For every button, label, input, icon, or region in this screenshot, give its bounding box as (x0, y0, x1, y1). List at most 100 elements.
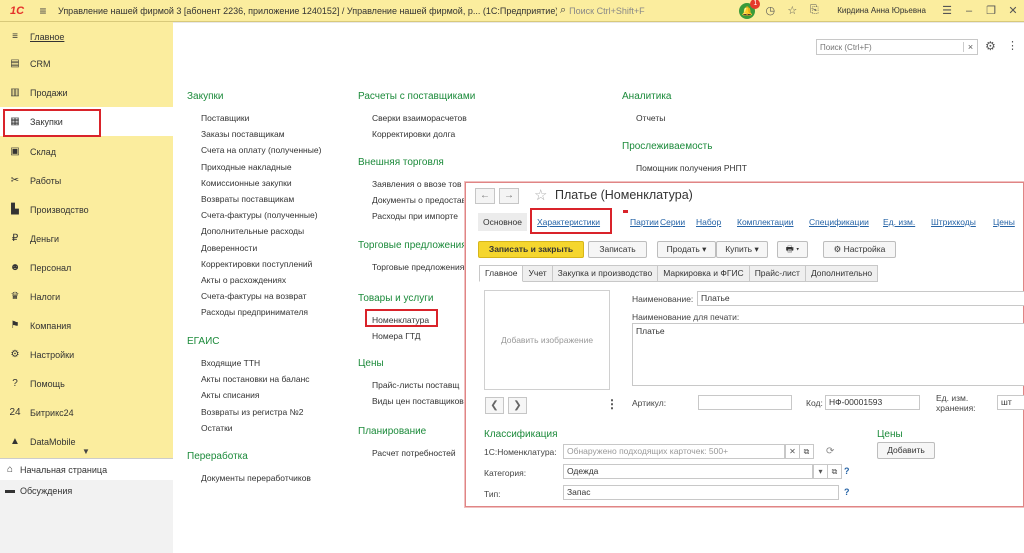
sidebar-item-sales[interactable]: ▥ Продажи (0, 78, 173, 107)
settings-button[interactable]: ⚙ Настройка (823, 241, 896, 258)
form-subtab[interactable]: Главное (479, 265, 524, 282)
clear-search-icon[interactable]: × (963, 42, 977, 52)
category-help-icon[interactable]: ? (844, 466, 850, 476)
nomenclature-open-button[interactable]: ⧉ (799, 444, 814, 459)
sidebar-item-production[interactable]: ▙ Производство (0, 195, 173, 224)
favorite-star-icon[interactable]: ☆ (534, 186, 547, 204)
section-link[interactable]: Входящие ТТН (187, 355, 310, 371)
sidebar-item-crm[interactable]: ▤ CRM (0, 49, 173, 78)
code-field[interactable]: НФ-00001593 (825, 395, 920, 410)
nomenclature-sync-icon[interactable]: ⟳ (826, 446, 834, 457)
notifications-bell-icon[interactable]: 🔔 1 (739, 0, 761, 19)
section-link[interactable]: Расчет потребностей (358, 445, 456, 461)
form-subtab[interactable]: Прайс-лист (749, 265, 806, 282)
user-name[interactable]: Кирдина Анна Юрьевна (837, 6, 926, 15)
sidebar-item-menu[interactable]: ≡ Главное (0, 22, 173, 51)
add-price-button[interactable]: Добавить (877, 442, 935, 459)
sidebar-item-settings[interactable]: ⚙ Настройки (0, 340, 173, 369)
section-link[interactable]: Остатки (187, 420, 310, 436)
sidebar-item-help[interactable]: ? Помощь (0, 369, 173, 398)
sidebar-item-works[interactable]: ✂ Работы (0, 166, 173, 195)
form-subtab[interactable]: Маркировка и ФГИС (658, 265, 750, 282)
form-tab[interactable]: Штрихкоды (931, 217, 976, 227)
image-next-button[interactable]: ❯ (508, 397, 527, 414)
image-prev-button[interactable]: ❮ (485, 397, 504, 414)
nomenclature-field[interactable]: Обнаружено подходящих карточек: 500+ (563, 444, 785, 459)
section-link[interactable]: Возвраты из регистра №2 (187, 404, 310, 420)
section-link[interactable]: Доверенности (187, 240, 321, 256)
section-link[interactable]: Заявления о ввозе тов (358, 176, 466, 192)
save-close-button[interactable]: Записать и закрыть (478, 241, 584, 258)
settings-menu-icon[interactable]: ☰ (936, 4, 958, 17)
section-link[interactable]: Номера ГТД (358, 328, 434, 344)
sidebar-item-taxes[interactable]: ♛ Налоги (0, 282, 173, 311)
form-tab[interactable]: Спецификации (809, 217, 869, 227)
form-subtab[interactable]: Учет (523, 265, 553, 282)
section-link[interactable]: Счета-фактуры (полученные) (187, 207, 321, 223)
section-link[interactable]: Заказы поставщикам (187, 126, 321, 142)
add-image-area[interactable]: Добавить изображение (484, 290, 610, 390)
sidebar-item-personnel[interactable]: ☻ Персонал (0, 253, 173, 282)
sidebar-item-company[interactable]: ⚑ Компания (0, 311, 173, 340)
section-link[interactable]: Счета на оплату (полученные) (187, 142, 321, 158)
sidebar-item-bitrix[interactable]: 24 Битрикс24 (0, 398, 173, 427)
print-name-field[interactable]: Платье (632, 323, 1024, 386)
sidebar-bottom-home[interactable]: ⌂ Начальная страница (0, 459, 173, 480)
section-link[interactable]: Приходные накладные (187, 159, 321, 175)
article-field[interactable] (698, 395, 792, 410)
minimize-icon[interactable]: – (958, 5, 980, 17)
back-button[interactable]: ← (475, 188, 495, 204)
sidebar-item-warehouse[interactable]: ▣ Склад (0, 137, 173, 166)
more-vertical-icon[interactable]: ⋮ (1007, 39, 1018, 52)
section-link[interactable]: Помощник получения РНПТ (622, 160, 747, 176)
panel-search[interactable]: × (816, 39, 978, 55)
name-field[interactable]: Платье (697, 291, 1024, 306)
sidebar-item-money[interactable]: ₽ Деньги (0, 224, 173, 253)
section-link[interactable]: Документы о предостав (358, 192, 466, 208)
section-link[interactable]: Отчеты (622, 110, 672, 126)
section-link[interactable]: Сверки взаиморасчетов (358, 110, 475, 126)
history-icon[interactable]: ◷ (759, 4, 781, 17)
form-tab[interactable]: Цены (993, 217, 1015, 227)
save-button[interactable]: Записать (588, 241, 647, 258)
section-link[interactable]: Акты постановки на баланс (187, 371, 310, 387)
form-tab[interactable]: Серии (660, 217, 685, 227)
section-link[interactable]: Счета-фактуры на возврат (187, 288, 321, 304)
section-link[interactable]: Прайс-листы поставщ (358, 377, 464, 393)
category-field[interactable]: Одежда (563, 464, 813, 479)
form-tab[interactable]: Комплектации (737, 217, 794, 227)
type-help-icon[interactable]: ? (844, 487, 850, 497)
form-tab[interactable]: Ед. изм. (883, 217, 915, 227)
section-link[interactable]: Поставщики (187, 110, 321, 126)
section-link[interactable]: Акты о расхождениях (187, 272, 321, 288)
section-link[interactable]: Корректировки долга (358, 126, 475, 142)
gear-icon[interactable]: ⚙ (985, 39, 996, 53)
section-link[interactable]: Корректировки поступлений (187, 256, 321, 272)
form-subtab[interactable]: Дополнительно (805, 265, 879, 282)
section-link[interactable]: Виды цен поставщиков (358, 393, 464, 409)
restore-icon[interactable]: ❐ (980, 4, 1002, 17)
section-link[interactable]: Документы переработчиков (187, 470, 311, 486)
forward-button[interactable]: → (499, 188, 519, 204)
form-subtab[interactable]: Закупка и производство (552, 265, 659, 282)
category-dropdown-button[interactable]: ▾ (813, 464, 828, 479)
main-menu-icon[interactable]: ≡ (34, 4, 52, 18)
unit-field[interactable]: шт (997, 395, 1024, 410)
nomenclature-clear-button[interactable]: ✕ (785, 444, 800, 459)
sidebar-scroll-down-icon[interactable]: ▼ (82, 447, 90, 456)
section-link[interactable]: Комиссионные закупки (187, 175, 321, 191)
panel-search-input[interactable] (817, 42, 963, 52)
buy-button[interactable]: Купить ▾ (716, 241, 768, 258)
form-tab[interactable]: Основное (478, 213, 527, 231)
type-field[interactable]: Запас (563, 485, 839, 500)
favorites-star-icon[interactable]: ☆ (781, 4, 803, 17)
bookmarks-icon[interactable]: ⎘ (803, 4, 825, 17)
section-link[interactable]: Акты списания (187, 387, 310, 403)
image-more-icon[interactable]: ⋮ (606, 397, 618, 411)
section-link[interactable]: Торговые предложения (358, 259, 467, 275)
section-link[interactable]: Расходы при импорте (358, 208, 466, 224)
form-tab[interactable]: Партии (630, 217, 659, 227)
form-tab[interactable]: Набор (696, 217, 721, 227)
global-search[interactable]: ⌕ Поиск Ctrl+Shift+F (557, 3, 687, 19)
sell-button[interactable]: Продать ▾ (657, 241, 716, 258)
